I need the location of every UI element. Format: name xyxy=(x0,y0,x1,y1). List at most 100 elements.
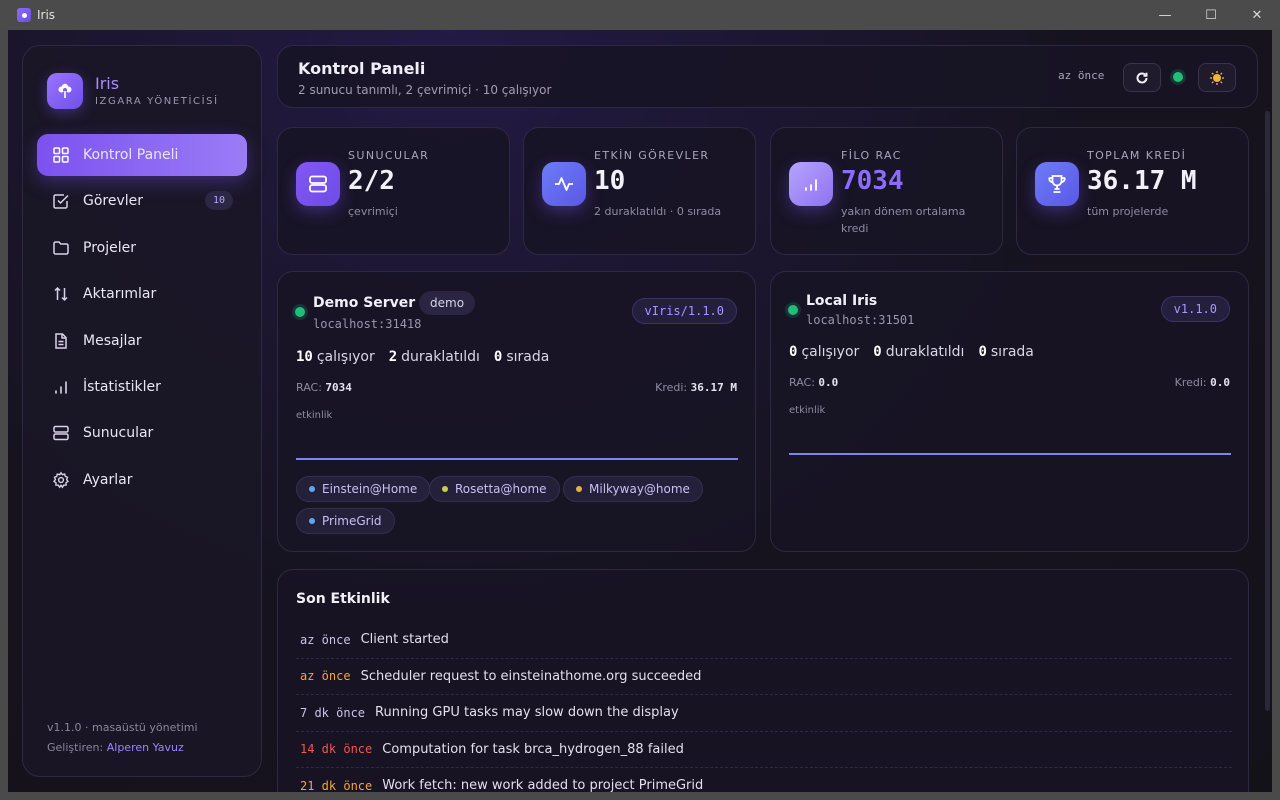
maximize-button[interactable]: ☐ xyxy=(1188,0,1234,30)
document-icon xyxy=(55,332,67,349)
sidebar-item-kontrol-paneli[interactable]: Kontrol Paneli xyxy=(37,134,247,176)
window-titlebar: Iris — ☐ ✕ xyxy=(0,0,1280,30)
stat-label: ETKİN GÖREVLER xyxy=(594,149,710,162)
activity-sparkline xyxy=(789,453,1231,455)
stat-card-active-tasks: ETKİN GÖREVLER 10 2 duraklatıldı · 0 sır… xyxy=(523,127,756,255)
sidebar-item-aktarimlar[interactable]: Aktarımlar xyxy=(37,273,247,315)
activity-time: 21 dk önce xyxy=(300,778,373,792)
sidebar-item-label: Görevler xyxy=(83,193,144,210)
activity-time: az önce xyxy=(300,669,351,684)
trophy-icon xyxy=(1035,162,1079,206)
activity-time: 14 dk önce xyxy=(300,742,373,757)
sidebar-item-gorevler[interactable]: Görevler 10 xyxy=(37,180,247,222)
sidebar-item-label: Mesajlar xyxy=(83,332,142,349)
sun-icon xyxy=(1210,70,1224,85)
sidebar-item-label: İstatistikler xyxy=(83,378,161,395)
server-credit: Kredi: 36.17 M xyxy=(655,381,737,394)
last-updated-text: az önce xyxy=(1058,69,1105,82)
server-task-counts: 0 çalışıyor 0 duraklatıldı 0 sırada xyxy=(789,344,1034,360)
sidebar-item-label: Projeler xyxy=(83,239,136,256)
minimize-button[interactable]: — xyxy=(1142,0,1188,30)
sidebar-item-mesajlar[interactable]: Mesajlar xyxy=(37,320,247,362)
list-item: az önce Scheduler request to einsteinath… xyxy=(296,659,1232,695)
stat-label: SUNUCULAR xyxy=(348,149,430,162)
stat-label: TOPLAM KREDİ xyxy=(1087,149,1187,162)
app-window: Iris IZGARA YÖNETİCİSİ Kontrol Paneli Gö… xyxy=(8,30,1272,792)
sidebar-item-label: Kontrol Paneli xyxy=(83,147,179,163)
brand-name: Iris xyxy=(95,74,120,93)
stat-value: 10 xyxy=(594,166,626,196)
sidebar: Iris IZGARA YÖNETİCİSİ Kontrol Paneli Gö… xyxy=(22,45,262,777)
server-icon xyxy=(296,162,340,206)
server-rac: RAC: 0.0 xyxy=(789,376,839,389)
app-icon xyxy=(17,8,31,22)
project-chip[interactable]: Milkyway@home xyxy=(563,476,703,502)
list-item: az önce Client started xyxy=(296,622,1232,659)
list-item: 21 dk önce Work fetch: new work added to… xyxy=(296,768,1232,792)
stat-value: 2/2 xyxy=(348,166,395,196)
close-button[interactable]: ✕ xyxy=(1234,0,1280,30)
brand: Iris IZGARA YÖNETİCİSİ xyxy=(47,73,219,109)
pulse-icon xyxy=(542,162,586,206)
stat-card-total-credit: TOPLAM KREDİ 36.17 M tüm projelerde xyxy=(1016,127,1249,255)
folder-icon xyxy=(53,241,69,255)
sidebar-item-ayarlar[interactable]: Ayarlar xyxy=(37,459,247,501)
sidebar-item-label: Ayarlar xyxy=(83,471,133,488)
page-header: Kontrol Paneli 2 sunucu tanımlı, 2 çevri… xyxy=(277,45,1258,108)
sidebar-footer: v1.1.0 · masaüstü yönetimi Geliştiren: A… xyxy=(47,718,198,758)
stat-note: çevrimiçi xyxy=(348,205,398,218)
page-subtitle: 2 sunucu tanımlı, 2 çevrimiçi · 10 çalış… xyxy=(298,83,552,97)
bar-chart-icon xyxy=(789,162,833,206)
server-task-counts: 10 çalışıyor 2 duraklatıldı 0 sırada xyxy=(296,349,550,365)
sidebar-item-projeler[interactable]: Projeler xyxy=(37,227,247,269)
server-tag-badge: demo xyxy=(419,291,476,315)
refresh-icon xyxy=(1136,71,1148,83)
activity-label: etkinlik xyxy=(789,405,826,416)
project-chip[interactable]: Rosetta@home xyxy=(429,476,560,502)
server-rac: RAC: 7034 xyxy=(296,381,352,394)
activity-time: az önce xyxy=(300,632,351,647)
app-version: v1.1.0 · masaüstü yönetimi xyxy=(47,721,198,734)
sidebar-item-label: Aktarımlar xyxy=(83,286,157,303)
stat-value: 7034 xyxy=(841,166,904,196)
gear-icon xyxy=(52,471,70,489)
stat-card-servers: SUNUCULAR 2/2 çevrimiçi xyxy=(277,127,510,255)
activity-message: Client started xyxy=(360,632,449,648)
transfer-icon xyxy=(54,287,68,302)
project-chip[interactable]: PrimeGrid xyxy=(296,508,395,534)
server-host: localhost:31418 xyxy=(313,317,422,331)
stat-note: yakın dönem ortalama kredi xyxy=(841,205,966,235)
stat-card-fleet-rac: FİLO RAC 7034 yakın dönem ortalama kredi xyxy=(770,127,1003,255)
checkbox-icon xyxy=(53,194,69,210)
project-chip[interactable]: Einstein@Home xyxy=(296,476,431,502)
sidebar-item-istatistikler[interactable]: İstatistikler xyxy=(37,366,247,408)
theme-toggle-button[interactable] xyxy=(1198,63,1236,92)
server-icon xyxy=(53,426,69,441)
main-scrollbar[interactable] xyxy=(1265,111,1270,711)
server-version-badge: v1.1.0 xyxy=(1160,296,1230,322)
flower-logo-icon xyxy=(47,73,83,109)
stat-note: tüm projelerde xyxy=(1087,205,1169,218)
developer-link[interactable]: Alperen Yavuz xyxy=(107,741,184,754)
stat-note: 2 duraklatıldı · 0 sırada xyxy=(594,205,722,218)
sidebar-item-label: Sunucular xyxy=(83,425,154,442)
activity-message: Scheduler request to einsteinathome.org … xyxy=(360,668,702,684)
server-card-local[interactable]: Local Iris localhost:31501 v1.1.0 0 çalış… xyxy=(770,271,1249,552)
activity-message: Running GPU tasks may slow down the disp… xyxy=(375,705,679,721)
refresh-button[interactable] xyxy=(1123,63,1161,92)
server-name: Demo Server xyxy=(313,295,416,311)
sidebar-nav: Kontrol Paneli Görevler 10 Projeler Akta… xyxy=(37,134,247,505)
grid-icon xyxy=(53,147,69,163)
sidebar-item-sunucular[interactable]: Sunucular xyxy=(37,412,247,454)
stat-value: 36.17 M xyxy=(1087,166,1197,196)
list-item: 14 dk önce Computation for task brca_hyd… xyxy=(296,732,1232,768)
server-card-demo[interactable]: Demo Server demo localhost:31418 vIris/1… xyxy=(277,271,756,552)
list-item: 7 dk önce Running GPU tasks may slow dow… xyxy=(296,695,1232,732)
window-title: Iris xyxy=(37,8,56,22)
server-online-dot xyxy=(788,305,798,315)
section-title: Son Etkinlik xyxy=(296,591,390,607)
activity-label: etkinlik xyxy=(296,410,333,421)
activity-message: Computation for task brca_hydrogen_88 fa… xyxy=(382,741,684,757)
server-host: localhost:31501 xyxy=(806,313,915,327)
bar-chart-icon xyxy=(55,381,67,394)
